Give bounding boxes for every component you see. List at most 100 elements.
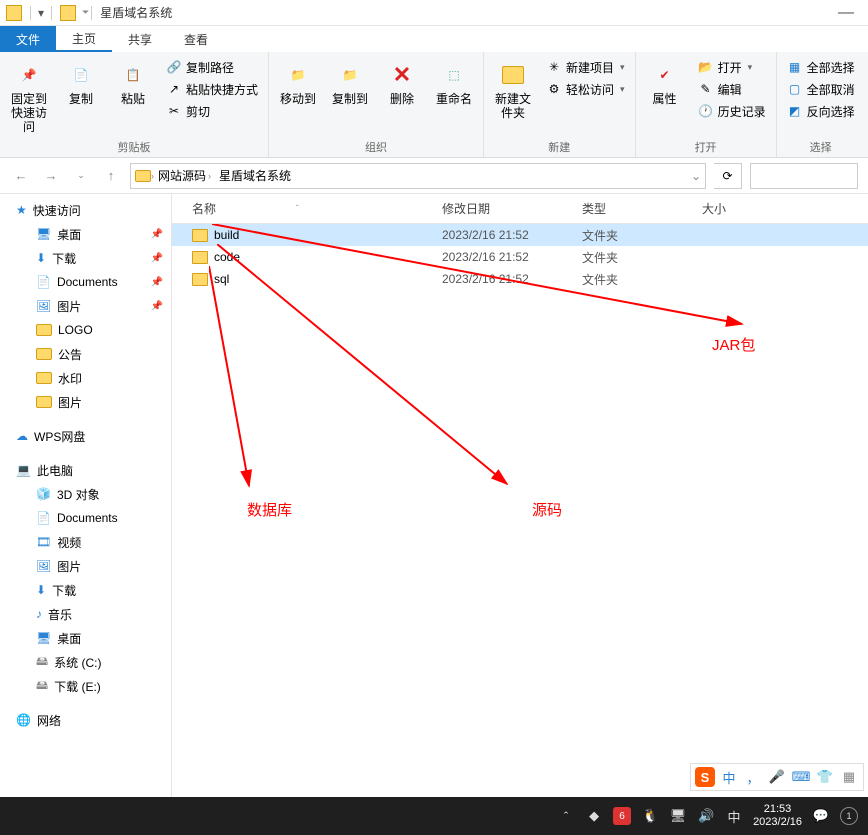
- col-date[interactable]: 修改日期: [432, 200, 572, 217]
- breadcrumb[interactable]: › 网站源码› 星盾域名系统 ⌄: [130, 163, 706, 189]
- sidebar-item-music[interactable]: ♪音乐: [0, 602, 171, 626]
- select-none-button[interactable]: ▢全部取消: [783, 78, 859, 100]
- pictures-icon: 🖼: [36, 559, 51, 573]
- sidebar-item-desk[interactable]: 🖥桌面: [0, 626, 171, 650]
- label: 下载: [52, 582, 76, 599]
- sidebar-item-dl[interactable]: ⬇下载: [0, 578, 171, 602]
- tray-qq-icon[interactable]: 🐧: [641, 807, 659, 825]
- new-item-button[interactable]: ✳新建项目▾: [542, 56, 629, 78]
- qat-dropdown-icon[interactable]: ▾: [33, 5, 49, 21]
- tab-file[interactable]: 文件: [0, 26, 56, 52]
- move-to-button[interactable]: 📁 移动到: [275, 56, 321, 106]
- invert-selection-button[interactable]: ◩反向选择: [783, 100, 859, 122]
- sidebar-item-desktop[interactable]: 🖥桌面📌: [0, 222, 171, 246]
- table-row[interactable]: code2023/2/16 21:52文件夹: [172, 246, 868, 268]
- recent-dropdown[interactable]: ⌄: [70, 165, 92, 187]
- breadcrumb-item[interactable]: 网站源码›: [154, 167, 215, 184]
- label: 全部选择: [807, 59, 855, 76]
- sidebar-item-notice[interactable]: 公告: [0, 342, 171, 366]
- badge-icon[interactable]: 1: [840, 807, 858, 825]
- col-type[interactable]: 类型: [572, 200, 692, 217]
- mic-icon[interactable]: 🎤: [767, 767, 787, 787]
- desktop-icon: 🖥: [36, 227, 51, 241]
- sidebar-item-downloads[interactable]: ⬇下载📌: [0, 246, 171, 270]
- sidebar-item-docs[interactable]: 📄Documents: [0, 506, 171, 530]
- sidebar-item-pictures[interactable]: 🖼图片📌: [0, 294, 171, 318]
- tab-share[interactable]: 共享: [112, 26, 168, 52]
- skin-icon[interactable]: 👕: [815, 767, 835, 787]
- properties-button[interactable]: ✔ 属性: [642, 56, 688, 106]
- ime-punct[interactable]: ，: [743, 767, 763, 787]
- sidebar-network[interactable]: 🌐网络: [0, 708, 171, 732]
- open-button[interactable]: 📂打开▾: [694, 56, 770, 78]
- sogou-icon[interactable]: S: [695, 767, 715, 787]
- col-name[interactable]: 名称ˆ: [172, 200, 432, 217]
- search-input[interactable]: [750, 163, 858, 189]
- table-row[interactable]: build2023/2/16 21:52文件夹: [172, 224, 868, 246]
- delete-button[interactable]: ✕ 删除: [379, 56, 425, 106]
- new-folder-button[interactable]: 新建文件夹: [490, 56, 536, 120]
- table-row[interactable]: sql2023/2/16 21:52文件夹: [172, 268, 868, 290]
- tray-app-icon[interactable]: ◆: [585, 807, 603, 825]
- tray-display-icon[interactable]: 🖥: [669, 807, 687, 825]
- tab-view[interactable]: 查看: [168, 26, 224, 52]
- paste-button[interactable]: 📋 粘贴: [110, 56, 156, 106]
- edit-icon: ✎: [698, 81, 714, 97]
- pin-quick-access-button[interactable]: 📌 固定到快速访问: [6, 56, 52, 134]
- label: 公告: [58, 346, 82, 363]
- separator: [91, 6, 92, 20]
- back-button[interactable]: ←: [10, 165, 32, 187]
- minimize-button[interactable]: —: [824, 4, 868, 22]
- clock[interactable]: 21:53 2023/2/16: [753, 803, 802, 829]
- ribbon: 📌 固定到快速访问 📄 复制 📋 粘贴 🔗复制路径 ↗粘贴快捷方式 ✂剪切 剪贴…: [0, 52, 868, 158]
- history-button[interactable]: 🕐历史记录: [694, 100, 770, 122]
- sidebar-item-videos[interactable]: 🎞视频: [0, 530, 171, 554]
- desktop-icon: 🖥: [36, 631, 51, 645]
- breadcrumb-item[interactable]: 星盾域名系统: [215, 167, 295, 184]
- sidebar-item-c[interactable]: 🖴系统 (C:): [0, 650, 171, 674]
- tray-app-icon[interactable]: 6: [613, 807, 631, 825]
- sidebar-item-pictures2[interactable]: 图片: [0, 390, 171, 414]
- chevron-down-icon: ▾: [748, 62, 753, 73]
- delete-icon: ✕: [387, 60, 417, 90]
- label: 属性: [653, 92, 677, 106]
- tray-up-icon[interactable]: ˆ: [557, 807, 575, 825]
- copy-button[interactable]: 📄 复制: [58, 56, 104, 106]
- sidebar-item-watermark[interactable]: 水印: [0, 366, 171, 390]
- sidebar-this-pc[interactable]: 💻此电脑: [0, 458, 171, 482]
- copy-to-button[interactable]: 📁 复制到: [327, 56, 373, 106]
- keyboard-icon[interactable]: ⌨: [791, 767, 811, 787]
- window-title: 星盾域名系统: [100, 4, 172, 21]
- cut-button[interactable]: ✂剪切: [162, 100, 262, 122]
- ime-lang[interactable]: 中: [719, 767, 739, 787]
- tray-volume-icon[interactable]: 🔊: [697, 807, 715, 825]
- ime-indicator[interactable]: 中: [725, 807, 743, 825]
- refresh-button[interactable]: ⟳: [714, 163, 742, 189]
- select-all-button[interactable]: ▦全部选择: [783, 56, 859, 78]
- menu-icon[interactable]: ▦: [839, 767, 859, 787]
- sidebar-item-e[interactable]: 🖴下载 (E:): [0, 674, 171, 698]
- notifications-icon[interactable]: 💬: [812, 807, 830, 825]
- label: 编辑: [718, 81, 742, 98]
- label: 删除: [390, 92, 414, 106]
- forward-button[interactable]: →: [40, 165, 62, 187]
- sidebar-item-pics[interactable]: 🖼图片: [0, 554, 171, 578]
- paste-shortcut-button[interactable]: ↗粘贴快捷方式: [162, 78, 262, 100]
- sidebar-wps[interactable]: ☁WPS网盘: [0, 424, 171, 448]
- sidebar-item-3d[interactable]: 🧊3D 对象: [0, 482, 171, 506]
- label: 此电脑: [37, 462, 73, 479]
- sidebar-item-documents[interactable]: 📄Documents📌: [0, 270, 171, 294]
- sidebar-item-logo[interactable]: LOGO: [0, 318, 171, 342]
- easy-access-button[interactable]: ⚙轻松访问▾: [542, 78, 629, 100]
- sidebar-quick-access[interactable]: ★快速访问: [0, 198, 171, 222]
- label: 快速访问: [33, 202, 81, 219]
- label: 音乐: [48, 606, 72, 623]
- copy-path-button[interactable]: 🔗复制路径: [162, 56, 262, 78]
- tab-home[interactable]: 主页: [56, 26, 112, 52]
- up-button[interactable]: ↑: [100, 165, 122, 187]
- col-size[interactable]: 大小: [692, 200, 752, 217]
- edit-button[interactable]: ✎编辑: [694, 78, 770, 100]
- rename-button[interactable]: ⬚ 重命名: [431, 56, 477, 106]
- dropdown-icon[interactable]: ⌄: [691, 169, 701, 183]
- qat-split-icon[interactable]: ⏷: [82, 7, 89, 18]
